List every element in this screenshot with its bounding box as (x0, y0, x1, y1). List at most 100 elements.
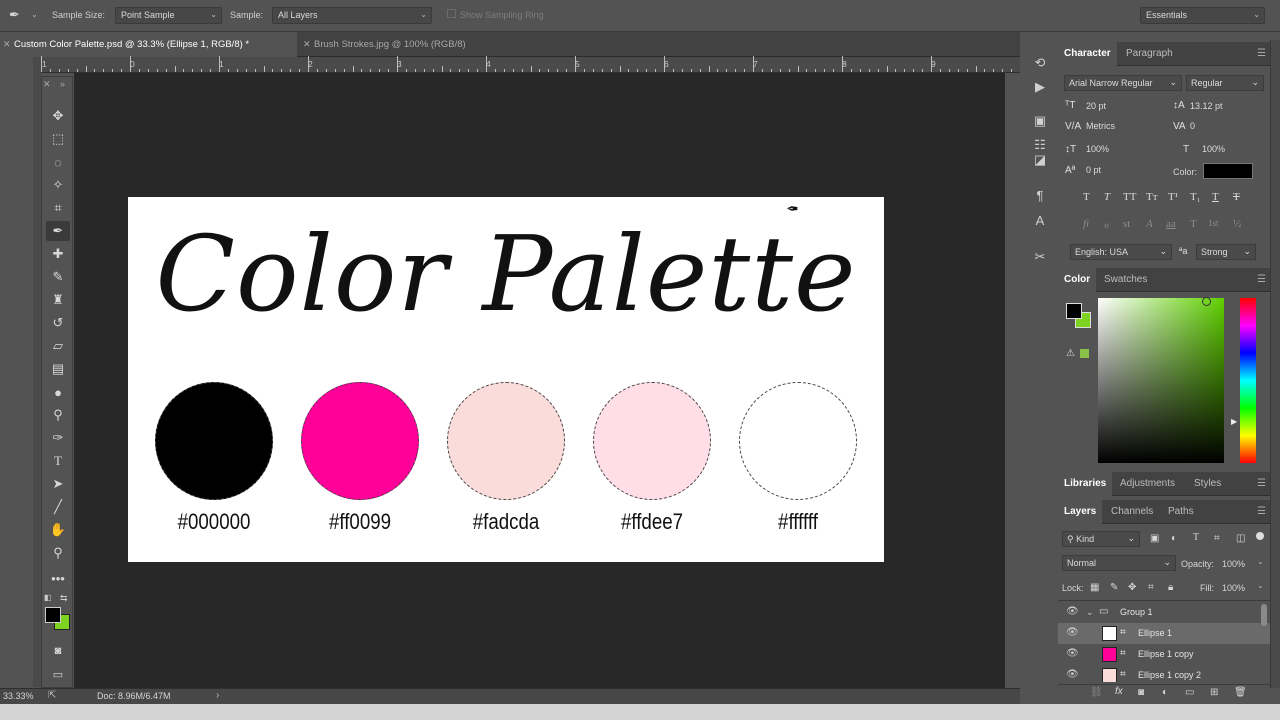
panel-menu-icon[interactable]: ☰ (1257, 506, 1266, 517)
fill-value[interactable]: 100% (1222, 583, 1245, 593)
language-select[interactable]: English: USA ⌄ (1070, 244, 1172, 260)
magic-wand-tool-icon[interactable]: ✧ (46, 175, 70, 195)
sample-select[interactable]: All Layers ⌄ (272, 7, 432, 24)
font-style-select[interactable]: Regular ⌄ (1186, 75, 1264, 91)
line-tool-icon[interactable]: ╱ (46, 497, 70, 517)
tab-paths[interactable]: Paths (1162, 500, 1200, 524)
leading-field[interactable]: 13.12 pt (1186, 99, 1264, 115)
faux-bold-button[interactable]: T (1083, 191, 1090, 203)
tab-brush-strokes[interactable]: ✕ Brush Strokes.jpg @ 100% (RGB/8) (300, 32, 500, 57)
layer-row-group[interactable]: 👁︎ ⌄ ▭ Group 1 (1058, 602, 1270, 623)
foreground-color-chip[interactable] (1066, 303, 1082, 319)
swatch-circle-light-pink[interactable] (593, 382, 711, 500)
eyedropper-tool-preset-icon[interactable]: ✒ (9, 7, 20, 23)
filter-pixel-icon[interactable]: ▣ (1150, 533, 1159, 544)
play-actions-icon[interactable]: ▶ (1030, 77, 1050, 97)
blur-tool-icon[interactable]: ● (46, 382, 70, 402)
hue-slider[interactable] (1240, 298, 1256, 463)
all-caps-button[interactable]: TT (1123, 191, 1136, 203)
opacity-value[interactable]: 100% (1222, 559, 1245, 569)
add-mask-icon[interactable]: ◙ (1138, 687, 1144, 698)
panel-menu-icon[interactable]: ☰ (1257, 274, 1266, 285)
path-selection-tool-icon[interactable]: ➤ (46, 474, 70, 494)
pen-tool-icon[interactable]: ✑ (46, 428, 70, 448)
underline-button[interactable]: T (1212, 191, 1219, 203)
tab-swatches[interactable]: Swatches (1098, 268, 1153, 292)
panel-menu-icon[interactable]: ☰ (1257, 48, 1266, 59)
show-sampling-ring-checkbox[interactable] (447, 9, 456, 18)
gamut-color-chip[interactable] (1080, 349, 1089, 358)
dodge-tool-icon[interactable]: ⚲ (46, 405, 70, 425)
trash-icon[interactable]: 🗑︎ (1234, 687, 1247, 698)
lock-artboard-icon[interactable]: ⌗ (1148, 582, 1154, 593)
new-adjustment-icon[interactable]: ◐ (1162, 687, 1168, 698)
layer-row-ellipse-1-copy[interactable]: 👁︎ ⌗ Ellipse 1 copy (1058, 644, 1270, 665)
history-brush-tool-icon[interactable]: ↺ (46, 313, 70, 333)
adjustments-icon[interactable]: ◪ (1030, 150, 1050, 170)
lock-all-icon[interactable]: 🔒︎ (1168, 582, 1173, 593)
text-color-swatch[interactable] (1203, 163, 1253, 179)
baseline-shift-field[interactable]: 0 pt (1082, 163, 1142, 179)
filter-type-icon[interactable]: T (1193, 532, 1199, 543)
tab-character[interactable]: Character (1058, 42, 1117, 66)
ligatures-button[interactable]: fi (1083, 218, 1089, 230)
zoom-level[interactable]: 33.33% (3, 691, 34, 701)
swap-colors-icon[interactable]: ⇆ (60, 593, 68, 604)
move-tool-icon[interactable]: ✥ (46, 106, 70, 126)
fx-icon[interactable]: fx (1115, 686, 1123, 697)
sample-size-select[interactable]: Point Sample ⌄ (115, 7, 222, 24)
quick-mask-icon[interactable]: ◙ (46, 641, 70, 661)
layer-filter-select[interactable]: ⚲ Kind ⌄ (1062, 531, 1140, 547)
healing-brush-tool-icon[interactable]: ✚ (46, 244, 70, 264)
link-layers-icon[interactable]: ⛓︎ (1090, 687, 1103, 698)
tracking-select[interactable]: 0 (1186, 119, 1264, 135)
chevron-down-icon[interactable]: ⌄ (1257, 557, 1264, 566)
marquee-tool-icon[interactable]: ⬚ (46, 129, 70, 149)
lock-position-icon[interactable]: ✥ (1128, 582, 1136, 593)
share-icon[interactable]: ⇱ (48, 690, 56, 701)
foreground-color-swatch[interactable] (45, 607, 61, 623)
superscript-button[interactable]: T¹ (1168, 191, 1178, 203)
strikethrough-button[interactable]: T (1233, 191, 1240, 203)
swatch-circle-black[interactable] (155, 382, 273, 500)
layer-row-ellipse-1-copy-2[interactable]: 👁︎ ⌗ Ellipse 1 copy 2 (1058, 665, 1270, 682)
vertical-ruler[interactable] (33, 57, 41, 687)
discretionary-ligatures-button[interactable]: st (1123, 218, 1130, 230)
more-tools-icon[interactable]: ••• (46, 568, 70, 588)
out-of-gamut-warning-icon[interactable]: ⚠ (1066, 348, 1075, 359)
panel-scrollbar[interactable] (1270, 40, 1280, 688)
filter-smart-object-icon[interactable]: ◫ (1236, 533, 1245, 544)
history-icon[interactable]: ⟲ (1030, 53, 1050, 73)
faux-italic-button[interactable]: T (1104, 191, 1110, 203)
hue-slider-marker[interactable]: ▶ (1231, 417, 1237, 426)
zoom-tool-icon[interactable]: ⚲ (46, 543, 70, 563)
lock-image-icon[interactable]: ✎ (1110, 582, 1118, 593)
lock-transparent-icon[interactable]: ▦ (1090, 582, 1099, 593)
filter-shape-icon[interactable]: ⌗ (1214, 533, 1220, 544)
eye-icon[interactable]: 👁︎ (1066, 606, 1079, 617)
font-family-select[interactable]: Arial Narrow Regular ⌄ (1064, 75, 1182, 91)
ordinals-button[interactable]: 1st (1208, 218, 1219, 228)
panel-menu-icon[interactable]: ☰ (1257, 478, 1266, 489)
subscript-button[interactable]: T₁ (1190, 191, 1201, 203)
new-layer-icon[interactable]: ⊞ (1210, 687, 1218, 698)
brush-tool-icon[interactable]: ✎ (46, 267, 70, 287)
saturation-brightness-field[interactable] (1098, 298, 1224, 463)
filter-adjustment-icon[interactable]: ◐ (1171, 533, 1177, 544)
close-icon[interactable]: ✕ (43, 79, 51, 90)
chevron-right-icon[interactable]: › (216, 690, 219, 701)
type-tool-icon[interactable]: T (46, 451, 70, 471)
eye-icon[interactable]: 👁︎ (1066, 669, 1079, 680)
titling-button[interactable]: T (1190, 218, 1197, 230)
eye-icon[interactable]: 👁︎ (1066, 627, 1079, 638)
tab-custom-color-palette[interactable]: ✕ Custom Color Palette.psd @ 33.3% (Elli… (0, 32, 297, 57)
swatch-circle-pink[interactable] (301, 382, 419, 500)
close-icon[interactable]: ✕ (303, 32, 311, 57)
horizontal-ruler[interactable]: 1 0 1 2 3 4 5 6 7 8 9 (37, 56, 1020, 73)
kerning-select[interactable]: Metrics (1082, 119, 1160, 135)
chevron-down-icon[interactable]: ⌄ (31, 10, 38, 19)
tab-paragraph[interactable]: Paragraph (1120, 42, 1179, 66)
vertical-scale-field[interactable]: 100% (1082, 142, 1142, 158)
properties-icon[interactable]: ▣ (1030, 111, 1050, 131)
close-icon[interactable]: ✕ (3, 32, 11, 57)
